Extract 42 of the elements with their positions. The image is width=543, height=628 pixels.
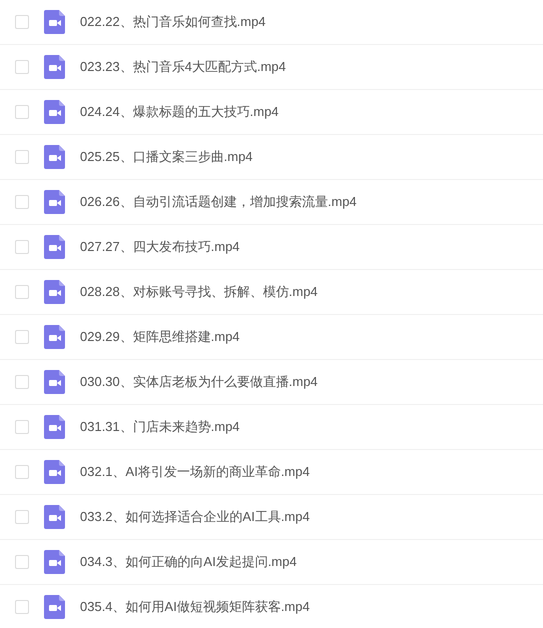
file-name[interactable]: 029.29、矩阵思维搭建.mp4 xyxy=(80,327,240,347)
file-name[interactable]: 031.31、门店未来趋势.mp4 xyxy=(80,417,240,437)
checkbox[interactable] xyxy=(15,330,29,344)
file-name[interactable]: 023.23、热门音乐4大匹配方式.mp4 xyxy=(80,57,286,77)
checkbox[interactable] xyxy=(15,375,29,389)
checkbox[interactable] xyxy=(15,240,29,254)
file-name[interactable]: 022.22、热门音乐如何查找.mp4 xyxy=(80,12,266,32)
video-file-icon xyxy=(44,505,65,529)
file-name[interactable]: 032.1、AI将引发一场新的商业革命.mp4 xyxy=(80,462,310,482)
checkbox[interactable] xyxy=(15,600,29,614)
checkbox[interactable] xyxy=(15,555,29,569)
file-name[interactable]: 035.4、如何用AI做短视频矩阵获客.mp4 xyxy=(80,597,310,617)
checkbox[interactable] xyxy=(15,285,29,299)
checkbox[interactable] xyxy=(15,195,29,209)
checkbox[interactable] xyxy=(15,105,29,119)
video-file-icon xyxy=(44,280,65,304)
video-file-icon xyxy=(44,145,65,169)
file-name[interactable]: 026.26、自动引流话题创建，增加搜索流量.mp4 xyxy=(80,192,357,212)
video-file-icon xyxy=(44,100,65,124)
file-name[interactable]: 034.3、如何正确的向AI发起提问.mp4 xyxy=(80,552,297,572)
file-name[interactable]: 024.24、爆款标题的五大技巧.mp4 xyxy=(80,102,279,122)
video-file-icon xyxy=(44,595,65,619)
video-file-icon xyxy=(44,325,65,349)
video-file-icon xyxy=(44,370,65,394)
file-name[interactable]: 028.28、对标账号寻找、拆解、模仿.mp4 xyxy=(80,282,318,302)
video-file-icon xyxy=(44,550,65,574)
file-name[interactable]: 033.2、如何选择适合企业的AI工具.mp4 xyxy=(80,507,310,527)
file-name[interactable]: 025.25、口播文案三步曲.mp4 xyxy=(80,147,253,167)
video-file-icon xyxy=(44,460,65,484)
checkbox[interactable] xyxy=(15,510,29,524)
video-file-icon xyxy=(44,235,65,259)
checkbox[interactable] xyxy=(15,15,29,29)
checkbox[interactable] xyxy=(15,60,29,74)
file-name[interactable]: 030.30、实体店老板为什么要做直播.mp4 xyxy=(80,372,318,392)
checkbox[interactable] xyxy=(15,420,29,434)
video-file-icon xyxy=(44,190,65,214)
file-name[interactable]: 027.27、四大发布技巧.mp4 xyxy=(80,237,240,257)
video-file-icon xyxy=(44,10,65,34)
checkbox[interactable] xyxy=(15,465,29,479)
video-file-icon xyxy=(44,55,65,79)
checkbox[interactable] xyxy=(15,150,29,164)
video-file-icon xyxy=(44,415,65,439)
